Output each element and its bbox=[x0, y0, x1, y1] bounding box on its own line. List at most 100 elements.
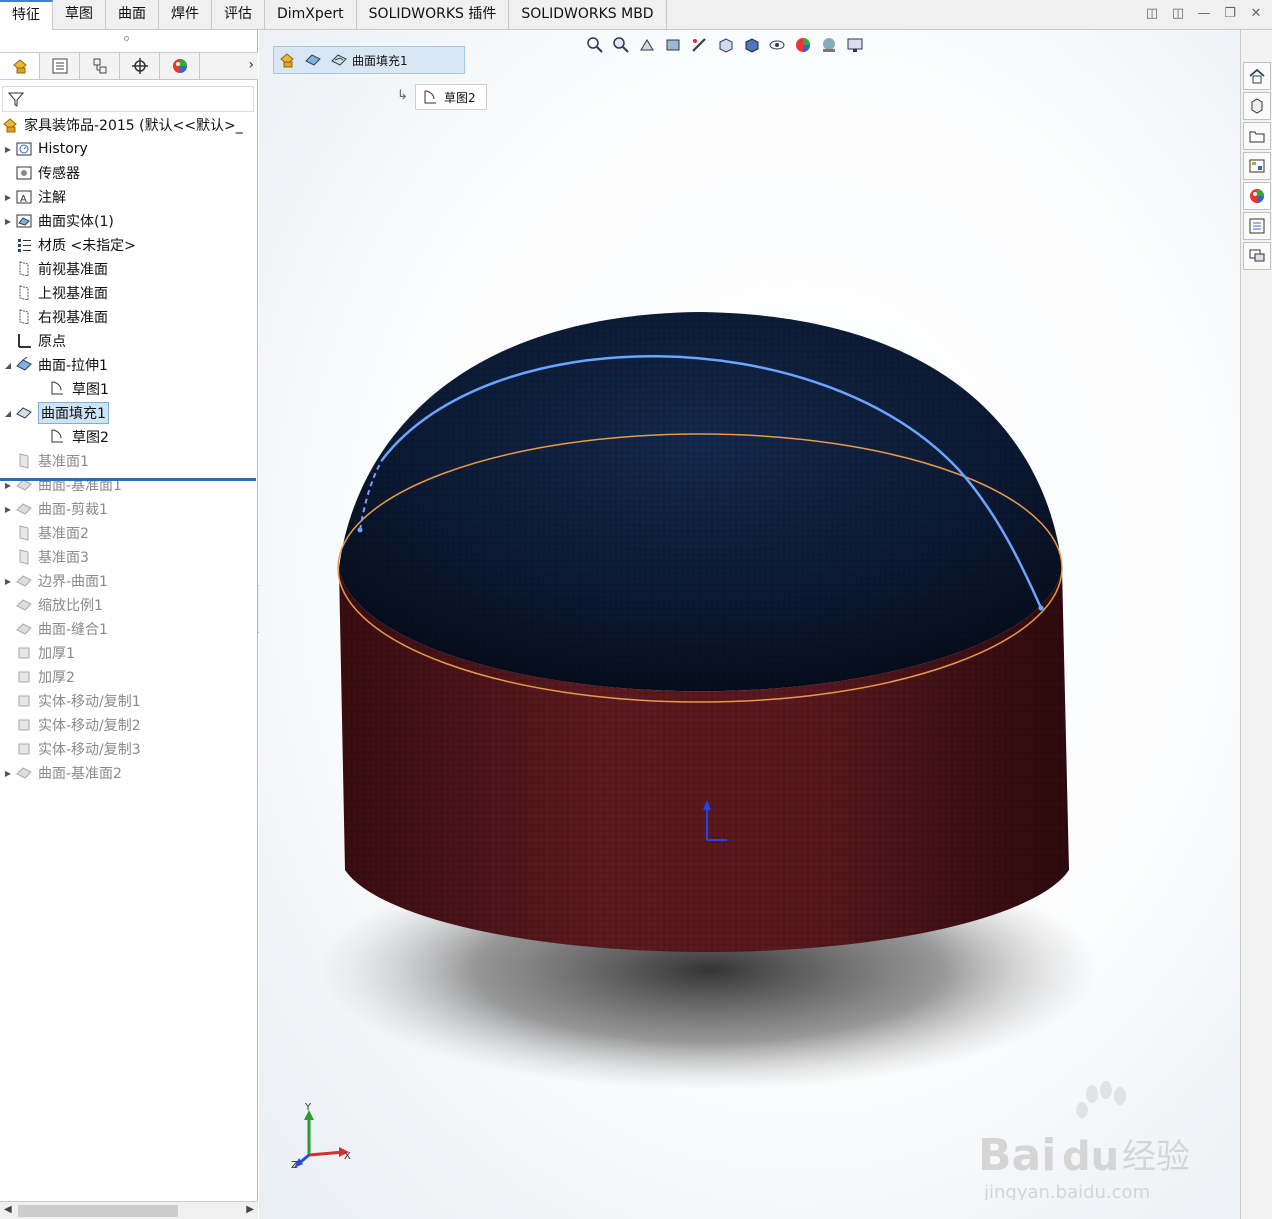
tree-item-label: 曲面填充1 bbox=[38, 402, 109, 424]
edit-appearance-icon[interactable] bbox=[792, 34, 814, 56]
tree-item[interactable]: ▶ 边界-曲面1 bbox=[0, 570, 258, 592]
tab-5[interactable]: DimXpert bbox=[265, 0, 357, 30]
tree-item[interactable]: 加厚1 bbox=[0, 642, 258, 664]
tree-item[interactable]: ▶ 曲面实体(1) bbox=[0, 210, 258, 232]
tree-item[interactable]: 曲面-缝合1 bbox=[0, 618, 258, 640]
section-view-icon[interactable] bbox=[662, 34, 684, 56]
view-settings-icon[interactable] bbox=[844, 34, 866, 56]
scroll-left-icon[interactable]: ◀ bbox=[4, 1204, 12, 1215]
hide-show-items-icon[interactable] bbox=[766, 34, 788, 56]
expand-arrow-icon[interactable]: ▶ bbox=[2, 193, 14, 202]
dynamic-annotation-icon[interactable] bbox=[688, 34, 710, 56]
scroll-right-icon[interactable]: ▶ bbox=[246, 1204, 254, 1215]
expand-arrow-icon[interactable]: ▶ bbox=[2, 769, 14, 778]
expand-arrow-icon[interactable]: ▶ bbox=[2, 481, 14, 490]
expand-arrow-icon[interactable]: ▶ bbox=[2, 505, 14, 514]
tree-item[interactable]: ▶ History bbox=[0, 138, 258, 160]
file-explorer-button[interactable] bbox=[1243, 122, 1271, 150]
expanded-arrow-icon[interactable]: ◢ bbox=[2, 361, 14, 370]
heads-up-view-toolbar bbox=[584, 34, 866, 56]
minimize-icon[interactable]: — bbox=[1196, 6, 1212, 22]
configuration-manager-tab[interactable] bbox=[80, 53, 120, 79]
tree-item[interactable]: 草图2 bbox=[0, 426, 258, 448]
design-library-icon bbox=[1251, 98, 1263, 114]
tree-item[interactable]: 实体-移动/复制1 bbox=[0, 690, 258, 712]
tab-4[interactable]: 评估 bbox=[212, 0, 265, 30]
surface-fill-icon bbox=[331, 54, 347, 66]
tree-item-label: 曲面-剪裁1 bbox=[38, 502, 108, 518]
panel-grip[interactable] bbox=[124, 36, 129, 41]
feature-manager-tab[interactable] bbox=[0, 53, 40, 79]
apply-scene-icon[interactable] bbox=[818, 34, 840, 56]
expand-arrow-icon[interactable]: ▶ bbox=[2, 577, 14, 586]
watermark-jingyan: 经验 bbox=[1122, 1137, 1190, 1177]
appearances-button[interactable] bbox=[1243, 182, 1271, 210]
graphics-viewport[interactable]: Y X Z 曲面填充1 ↳ 草图2 Bai du 经验 jingyan.baid… bbox=[259, 30, 1240, 1219]
close-icon[interactable]: ✕ bbox=[1248, 6, 1264, 22]
zoom-area-icon[interactable] bbox=[610, 34, 632, 56]
tree-item[interactable]: 加厚2 bbox=[0, 666, 258, 688]
tab-7[interactable]: SOLIDWORKS MBD bbox=[509, 0, 667, 30]
tree-item[interactable]: 实体-移动/复制3 bbox=[0, 738, 258, 760]
chevron-right-icon[interactable]: › bbox=[248, 57, 254, 73]
tree-item[interactable]: 右视基准面 bbox=[0, 306, 258, 328]
tree-item[interactable]: 基准面3 bbox=[0, 546, 258, 568]
tree-item[interactable]: 原点 bbox=[0, 330, 258, 352]
dimxpert-manager-tab[interactable] bbox=[120, 53, 160, 79]
custom-properties-button[interactable] bbox=[1243, 212, 1271, 240]
breadcrumb-feature[interactable]: 曲面填充1 bbox=[326, 47, 412, 73]
tree-item[interactable]: 缩放比例1 bbox=[0, 594, 258, 616]
breadcrumb-child[interactable]: 草图2 bbox=[415, 84, 487, 110]
tree-filter-field[interactable] bbox=[2, 86, 254, 112]
tab-1[interactable]: 草图 bbox=[53, 0, 106, 30]
expanded-arrow-icon[interactable]: ◢ bbox=[2, 409, 14, 418]
tree-item[interactable]: ▶ A 注解 bbox=[0, 186, 258, 208]
svg-text:A: A bbox=[20, 194, 27, 205]
horizontal-scrollbar[interactable]: ◀ ▶ bbox=[0, 1201, 258, 1219]
view-palette-button[interactable] bbox=[1243, 152, 1271, 180]
previous-view-icon[interactable] bbox=[636, 34, 658, 56]
tab-2[interactable]: 曲面 bbox=[106, 0, 159, 30]
rollback-bar[interactable] bbox=[0, 478, 256, 481]
tree-item[interactable]: 前视基准面 bbox=[0, 258, 258, 280]
display-manager-tab[interactable] bbox=[160, 53, 200, 79]
tree-item[interactable]: 上视基准面 bbox=[0, 282, 258, 304]
tab-0[interactable]: 特征 bbox=[0, 0, 53, 30]
expand-arrow-icon[interactable]: ▶ bbox=[2, 145, 14, 154]
expand-arrow-icon[interactable]: ▶ bbox=[2, 217, 14, 226]
breadcrumb-body[interactable] bbox=[300, 47, 326, 73]
tab-3[interactable]: 焊件 bbox=[159, 0, 212, 30]
sketch-endpoint[interactable] bbox=[357, 527, 363, 533]
tree-item[interactable]: 材质 <未指定> bbox=[0, 234, 258, 256]
tree-item[interactable]: 基准面1 bbox=[0, 450, 258, 472]
tree-item[interactable]: ▶ 曲面-基准面2 bbox=[0, 762, 258, 784]
tree-item[interactable]: 实体-移动/复制2 bbox=[0, 714, 258, 736]
tile-right-icon[interactable]: ◫ bbox=[1170, 6, 1186, 22]
tree-item-label: 原点 bbox=[38, 334, 66, 350]
tree-item[interactable]: 基准面2 bbox=[0, 522, 258, 544]
zoom-to-fit-icon[interactable] bbox=[584, 34, 606, 56]
tile-left-icon[interactable]: ◫ bbox=[1144, 6, 1160, 22]
breadcrumb-child-label: 草图2 bbox=[444, 90, 476, 105]
design-library-button[interactable] bbox=[1243, 92, 1271, 120]
tree-item[interactable]: ◢ 曲面填充1 bbox=[0, 402, 258, 424]
property-manager-tab[interactable] bbox=[40, 53, 80, 79]
forum-button[interactable] bbox=[1243, 242, 1271, 270]
3d-model[interactable]: Y X Z bbox=[259, 30, 1240, 1219]
tree-item[interactable]: ◢ 曲面-拉伸1 bbox=[0, 354, 258, 376]
restore-icon[interactable]: ❐ bbox=[1222, 6, 1238, 22]
solidworks-resources-button[interactable] bbox=[1243, 62, 1271, 90]
tab-6[interactable]: SOLIDWORKS 插件 bbox=[357, 0, 510, 30]
tree-item[interactable]: ▶ 曲面-剪裁1 bbox=[0, 498, 258, 520]
reference-triad[interactable]: Y X Z bbox=[291, 1102, 351, 1171]
tree-item[interactable]: 草图1 bbox=[0, 378, 258, 400]
display-style-icon[interactable] bbox=[740, 34, 762, 56]
sketch-endpoint[interactable] bbox=[1038, 605, 1044, 611]
tree-root-part[interactable]: 家具装饰品-2015 (默认<<默认>_ bbox=[0, 114, 258, 136]
tree-item[interactable]: 传感器 bbox=[0, 162, 258, 184]
breadcrumb-part[interactable] bbox=[274, 47, 300, 73]
tree-item-label: 基准面3 bbox=[38, 550, 89, 566]
scroll-thumb[interactable] bbox=[18, 1205, 178, 1217]
tree-item-label: 加厚2 bbox=[38, 670, 75, 686]
view-orientation-icon[interactable] bbox=[714, 34, 736, 56]
